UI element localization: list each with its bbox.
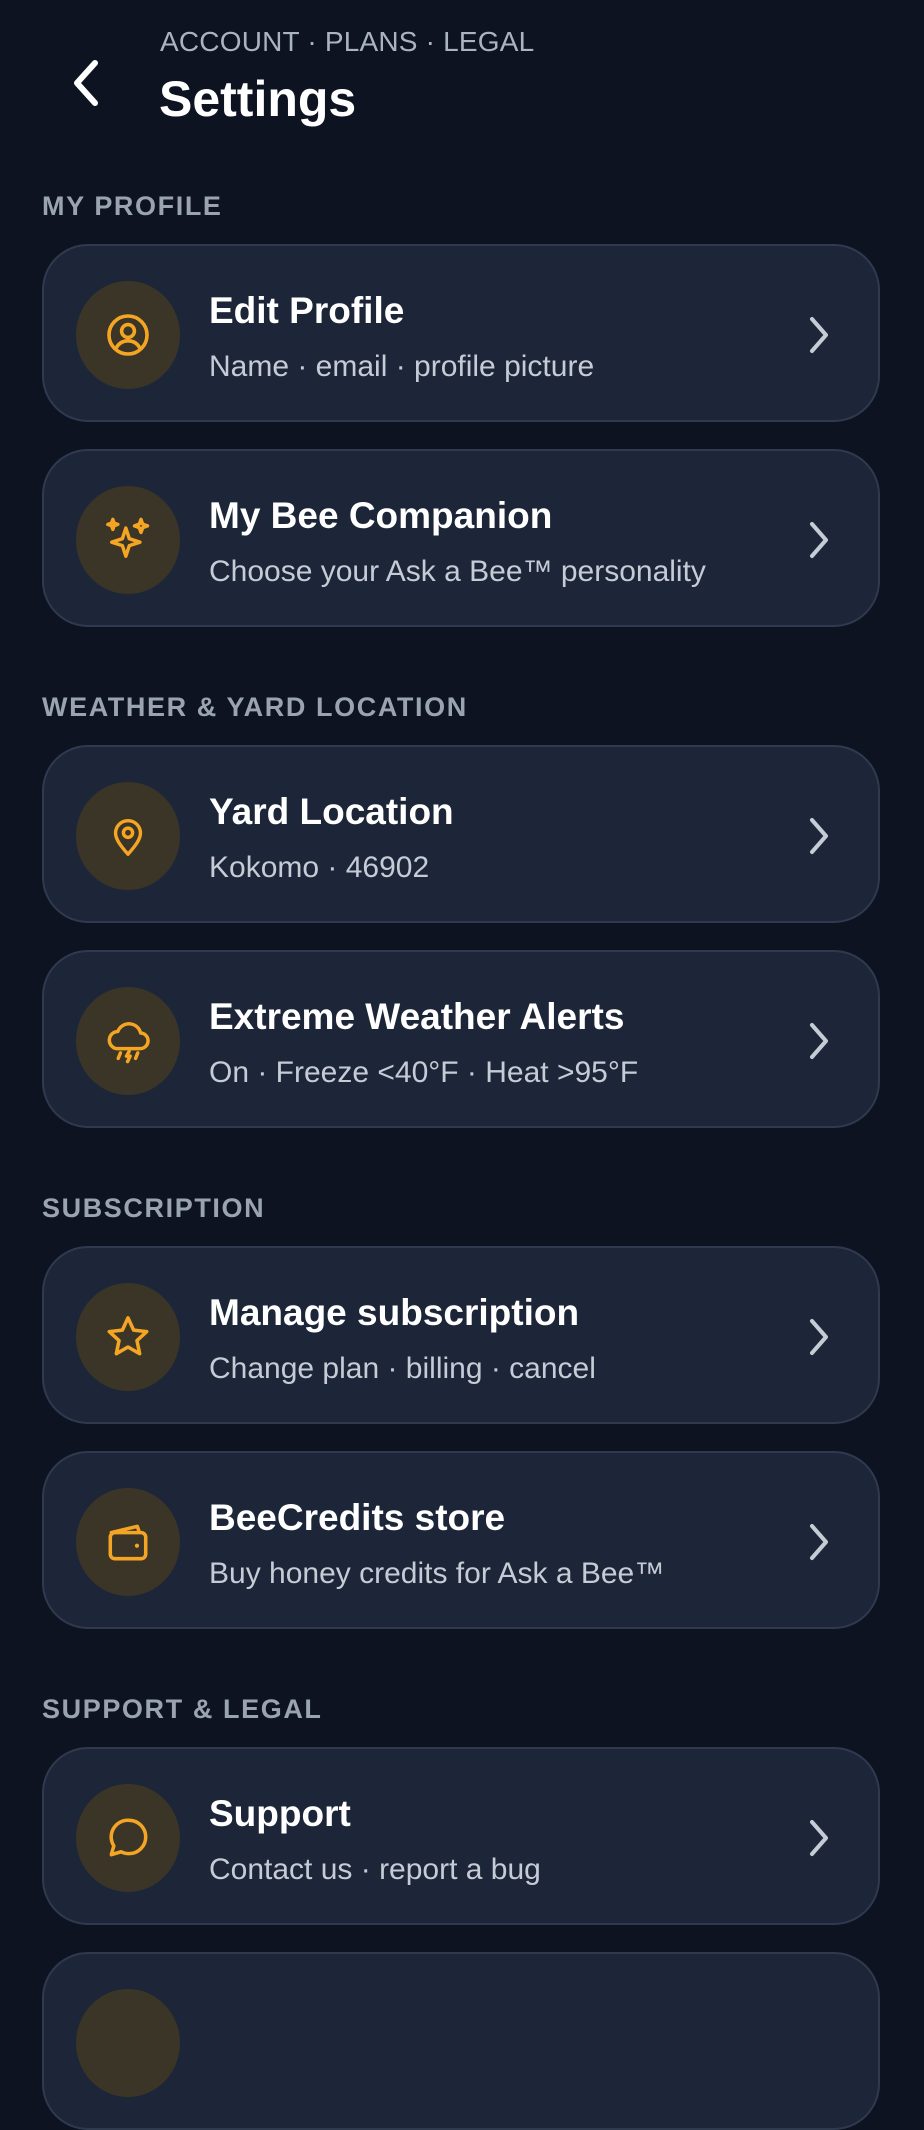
icon-badge (76, 1283, 180, 1391)
back-button[interactable] (58, 48, 114, 118)
item-title: Support (209, 1793, 351, 1834)
chevron-right-icon (804, 518, 834, 562)
chevron-right-icon (804, 1816, 834, 1860)
section-title-subscription: SUBSCRIPTION (42, 1193, 266, 1223)
breadcrumb: ACCOUNT · PLANS · LEGAL (160, 26, 535, 57)
section-title-my-profile: MY PROFILE (42, 191, 223, 221)
star-icon (107, 1316, 149, 1356)
chevron-right-icon (804, 1315, 834, 1359)
settings-item-weather-alerts[interactable]: Extreme Weather Alerts On · Freeze <40°F… (42, 950, 880, 1128)
item-subtitle: Buy honey credits for Ask a Bee™ (209, 1557, 665, 1590)
chevron-right-icon (804, 313, 834, 357)
settings-item-manage-subscription[interactable]: Manage subscription Change plan · billin… (42, 1246, 880, 1424)
item-title: BeeCredits store (209, 1497, 506, 1538)
page-title: Settings (159, 71, 357, 127)
icon-badge (76, 782, 180, 890)
item-title: Manage subscription (209, 1292, 580, 1333)
settings-item-bee-companion[interactable]: My Bee Companion Choose your Ask a Bee™ … (42, 449, 880, 627)
item-title: Yard Location (209, 791, 454, 832)
icon-badge (76, 1989, 180, 2097)
chat-bubble-icon (109, 1818, 148, 1857)
icon-badge (76, 281, 180, 389)
settings-item-partial[interactable] (42, 1952, 880, 2130)
item-subtitle: Change plan · billing · cancel (209, 1352, 596, 1385)
icon-badge (76, 987, 180, 1095)
section-title-support-legal: SUPPORT & LEGAL (42, 1694, 323, 1724)
icon-badge (76, 1784, 180, 1892)
item-subtitle: Kokomo · 46902 (209, 851, 430, 884)
item-subtitle: Contact us · report a bug (209, 1853, 541, 1886)
item-subtitle: Choose your Ask a Bee™ personality (209, 555, 706, 588)
storm-cloud-icon (107, 1022, 150, 1064)
chevron-right-icon (804, 1019, 834, 1063)
settings-item-support[interactable]: Support Contact us · report a bug (42, 1747, 880, 1925)
wallet-icon (108, 1524, 148, 1561)
chevron-right-icon (804, 1520, 834, 1564)
item-subtitle: On · Freeze <40°F · Heat >95°F (209, 1056, 639, 1089)
header: ACCOUNT · PLANS · LEGAL Settings (0, 0, 924, 150)
item-title: Edit Profile (209, 290, 405, 331)
section-title-weather-location: WEATHER & YARD LOCATION (42, 692, 468, 722)
chevron-left-icon (74, 60, 98, 106)
settings-item-yard-location[interactable]: Yard Location Kokomo · 46902 (42, 745, 880, 923)
chevron-right-icon (804, 814, 834, 858)
item-subtitle: Name · email · profile picture (209, 350, 595, 383)
user-circle-icon (107, 314, 149, 356)
settings-item-beecredits-store[interactable]: BeeCredits store Buy honey credits for A… (42, 1451, 880, 1629)
settings-item-edit-profile[interactable]: Edit Profile Name · email · profile pict… (42, 244, 880, 422)
sparkles-icon (106, 517, 150, 558)
icon-badge (76, 486, 180, 594)
map-pin-icon (113, 818, 143, 856)
item-title: My Bee Companion (209, 495, 553, 536)
item-title: Extreme Weather Alerts (209, 996, 625, 1037)
icon-badge (76, 1488, 180, 1596)
